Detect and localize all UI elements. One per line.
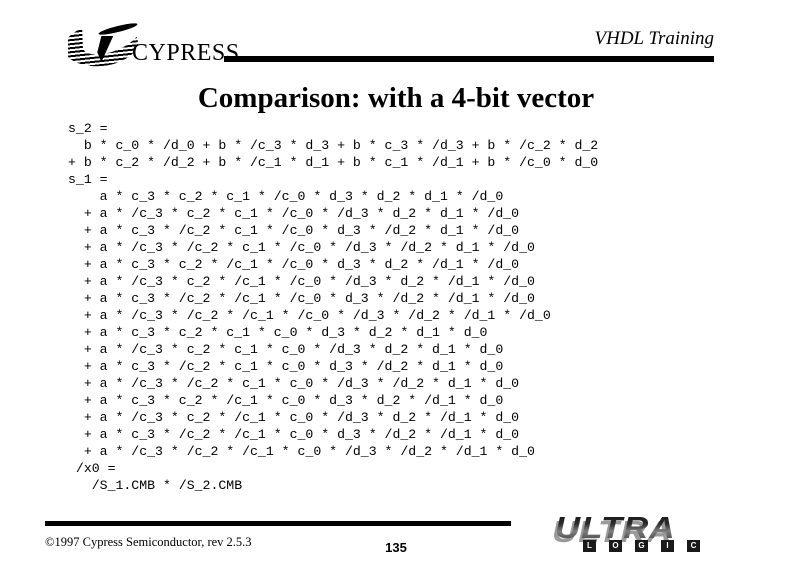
- logic-letter-row: LOGIC: [583, 540, 700, 552]
- code-line: + a * /c_3 * c_2 * /c_1 * c_0 * /d_3 * d…: [68, 410, 520, 425]
- page-title: Comparison: with a 4-bit vector: [197, 82, 595, 114]
- code-line: + a * /c_3 * /c_2 * /c_1 * /c_0 * /d_3 *…: [68, 308, 551, 323]
- code-line: s_1 =: [68, 172, 108, 187]
- code-line: + b * c_2 * /d_2 + b * /c_1 * d_1 + b * …: [68, 155, 599, 170]
- code-line: + a * /c_3 * c_2 * c_1 * c_0 * /d_3 * d_…: [68, 342, 504, 357]
- logic-letter-cell: G: [635, 540, 648, 552]
- code-line: /x0 =: [68, 461, 116, 476]
- code-line: + a * c_3 * /c_2 * c_1 * /c_0 * d_3 * /d…: [68, 223, 520, 238]
- cypress-wordmark: CYPRESS: [132, 40, 240, 66]
- slide-header: CYPRESS VHDL Training: [0, 0, 792, 72]
- logic-letter-cell: I: [661, 540, 674, 552]
- code-line: + a * c_3 * c_2 * /c_1 * c_0 * d_3 * d_2…: [68, 393, 504, 408]
- code-line: /S_1.CMB * /S_2.CMB: [68, 478, 243, 493]
- cypress-logo-mark-icon: [68, 22, 140, 68]
- code-line: s_2 =: [68, 121, 108, 136]
- equation-code-block: s_2 = b * c_0 * /d_0 + b * /c_3 * d_3 + …: [68, 120, 784, 494]
- code-line: + a * c_3 * /c_2 * /c_1 * /c_0 * d_3 * /…: [68, 291, 535, 306]
- code-line: + a * c_3 * /c_2 * /c_1 * c_0 * d_3 * /d…: [68, 427, 520, 442]
- slide-canvas: CYPRESS VHDL Training Comparison: with a…: [0, 0, 792, 562]
- header-divider-rule: [224, 56, 714, 62]
- code-line: a * c_3 * c_2 * c_1 * /c_0 * d_3 * d_2 *…: [68, 189, 504, 204]
- code-line: + a * c_3 * c_2 * c_1 * c_0 * d_3 * d_2 …: [68, 325, 488, 340]
- code-line: b * c_0 * /d_0 + b * /c_3 * d_3 + b * c_…: [68, 138, 599, 153]
- ultra-wordmark: ULTRA: [555, 510, 676, 545]
- course-title: VHDL Training: [594, 28, 715, 49]
- cypress-logo: CYPRESS: [68, 22, 239, 68]
- code-line: + a * /c_3 * /c_2 * c_1 * c_0 * /d_3 * /…: [68, 376, 520, 391]
- footer-divider-rule: [45, 521, 511, 526]
- code-line: + a * c_3 * c_2 * /c_1 * /c_0 * d_3 * d_…: [68, 257, 520, 272]
- logic-letter-cell: L: [583, 540, 596, 552]
- ultra-logic-logo: ULTRA ULTRA LOGIC: [552, 510, 715, 554]
- code-line: + a * /c_3 * c_2 * c_1 * /c_0 * /d_3 * d…: [68, 206, 520, 221]
- code-line: + a * /c_3 * /c_2 * c_1 * /c_0 * /d_3 * …: [68, 240, 535, 255]
- code-line: + a * /c_3 * c_2 * /c_1 * /c_0 * /d_3 * …: [68, 274, 535, 289]
- code-line: + a * c_3 * /c_2 * c_1 * c_0 * d_3 * /d_…: [68, 359, 504, 374]
- logic-letter-cell: C: [687, 540, 700, 552]
- logic-letter-cell: O: [609, 540, 622, 552]
- code-line: + a * /c_3 * /c_2 * /c_1 * c_0 * /d_3 * …: [68, 444, 535, 459]
